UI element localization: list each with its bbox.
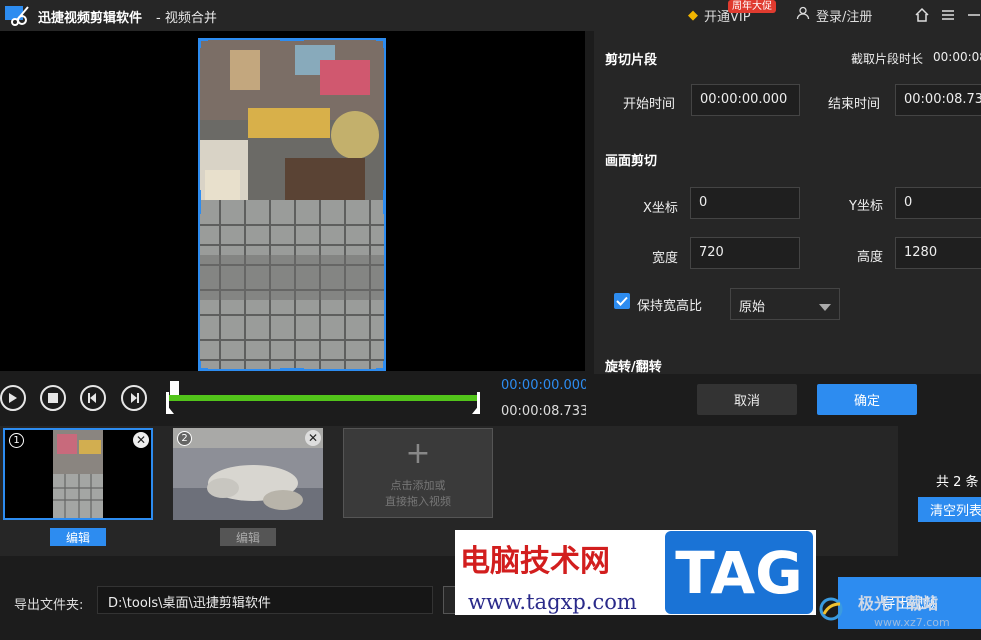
aurora-logo-icon	[818, 596, 844, 622]
export-folder-input[interactable]: D:\tools\桌面\迅捷剪辑软件	[97, 586, 433, 614]
plus-icon: +	[405, 436, 431, 471]
remove-clip-icon[interactable]: ✕	[305, 430, 321, 446]
add-video-button[interactable]: + 点击添加或 直接拖入视频	[343, 428, 493, 518]
remove-clip-icon[interactable]: ✕	[133, 432, 149, 448]
end-time-label: 结束时间	[828, 97, 881, 112]
diamond-icon: ◆	[688, 7, 698, 23]
y-coordinate-label: Y坐标	[849, 199, 883, 214]
cancel-button[interactable]: 取消	[697, 384, 797, 415]
timeline-track[interactable]	[166, 381, 484, 414]
clip-number-badge: 2	[177, 431, 192, 446]
confirm-button[interactable]: 确定	[817, 384, 917, 415]
stop-button[interactable]	[40, 385, 66, 411]
clear-list-button[interactable]: 清空列表	[918, 497, 981, 522]
clip-thumbnail-2[interactable]: 2 ✕	[173, 428, 323, 520]
minimize-icon[interactable]	[964, 5, 981, 25]
home-icon[interactable]	[912, 5, 932, 25]
width-label: 宽度	[652, 251, 679, 266]
app-title: 迅捷视频剪辑软件	[38, 11, 143, 26]
menu-icon[interactable]	[938, 5, 958, 25]
clip-2-preview	[173, 428, 323, 520]
x-coordinate-label: X坐标	[643, 201, 678, 216]
clip-count: 共 2 条	[936, 475, 979, 490]
watermark-site-name: 电脑技术网	[460, 544, 610, 579]
total-time: 00:00:08.733	[501, 404, 589, 419]
clip-thumbnail-1[interactable]: 1 ✕	[3, 428, 153, 520]
play-button[interactable]	[0, 385, 26, 411]
height-label: 高度	[857, 250, 884, 265]
start-time-label: 开始时间	[623, 97, 676, 112]
ratio-select-value: 原始	[739, 300, 766, 315]
add-video-line2: 直接拖入视频	[385, 495, 451, 508]
end-time-input[interactable]: 00:00:08.73	[895, 84, 981, 116]
app-logo-icon	[4, 3, 30, 27]
user-icon	[796, 6, 810, 24]
check-icon	[616, 296, 628, 306]
next-frame-button[interactable]	[121, 385, 147, 411]
start-time-input[interactable]: 00:00:00.000	[691, 84, 800, 116]
play-icon	[9, 393, 17, 403]
export-folder-label: 导出文件夹:	[14, 598, 84, 613]
prev-frame-button[interactable]	[80, 385, 106, 411]
x-coordinate-input[interactable]: 0	[690, 187, 800, 219]
edit-clip-1-button[interactable]: 编辑	[50, 528, 106, 546]
watermark-brand2: 极光下载站	[858, 594, 939, 613]
ratio-select[interactable]: 原始	[730, 288, 840, 320]
clip-list-summary	[898, 426, 981, 556]
chevron-down-icon	[819, 300, 831, 315]
step-back-icon	[88, 393, 96, 403]
page-title: - 视频合并	[156, 11, 217, 26]
keep-ratio-checkbox[interactable]	[614, 293, 630, 309]
watermark-tag-logo: TAG	[665, 531, 813, 614]
login-label: 登录/注册	[816, 9, 873, 25]
y-coordinate-input[interactable]: 0	[895, 187, 981, 219]
timeline-selection	[168, 395, 480, 401]
keep-ratio-label: 保持宽高比	[637, 299, 703, 314]
crop-section-title: 画面剪切	[605, 154, 658, 169]
clip-section-title: 剪切片段	[605, 53, 658, 68]
clip-length-value: 00:00:08	[933, 50, 981, 64]
edit-clip-2-button[interactable]: 编辑	[220, 528, 276, 546]
width-input[interactable]: 720	[690, 237, 800, 269]
height-input[interactable]: 1280	[895, 237, 981, 269]
promo-badge: 周年大促	[728, 0, 776, 13]
step-forward-icon	[131, 393, 139, 403]
watermark-url: www.tagxp.com	[468, 590, 637, 614]
cut-settings-panel: 剪切片段 截取片段时长 00:00:08 开始时间 00:00:00.000 结…	[594, 31, 981, 374]
watermark-brand2-url: www.xz7.com	[874, 616, 950, 629]
login-button[interactable]: 登录/注册	[796, 5, 872, 25]
add-video-line1: 点击添加或	[390, 479, 446, 492]
clip-1-preview	[5, 430, 151, 518]
clip-length-label: 截取片段时长	[851, 52, 924, 66]
playhead-marker[interactable]	[170, 381, 179, 395]
stop-icon	[48, 393, 58, 403]
rotate-section-title: 旋转/翻转	[605, 360, 662, 374]
video-frame-image	[200, 40, 384, 369]
current-time: 00:00:00.000	[501, 378, 589, 393]
clip-number-badge: 1	[9, 433, 24, 448]
video-crop-frame[interactable]	[198, 38, 386, 371]
start-handle-foot	[166, 404, 174, 414]
